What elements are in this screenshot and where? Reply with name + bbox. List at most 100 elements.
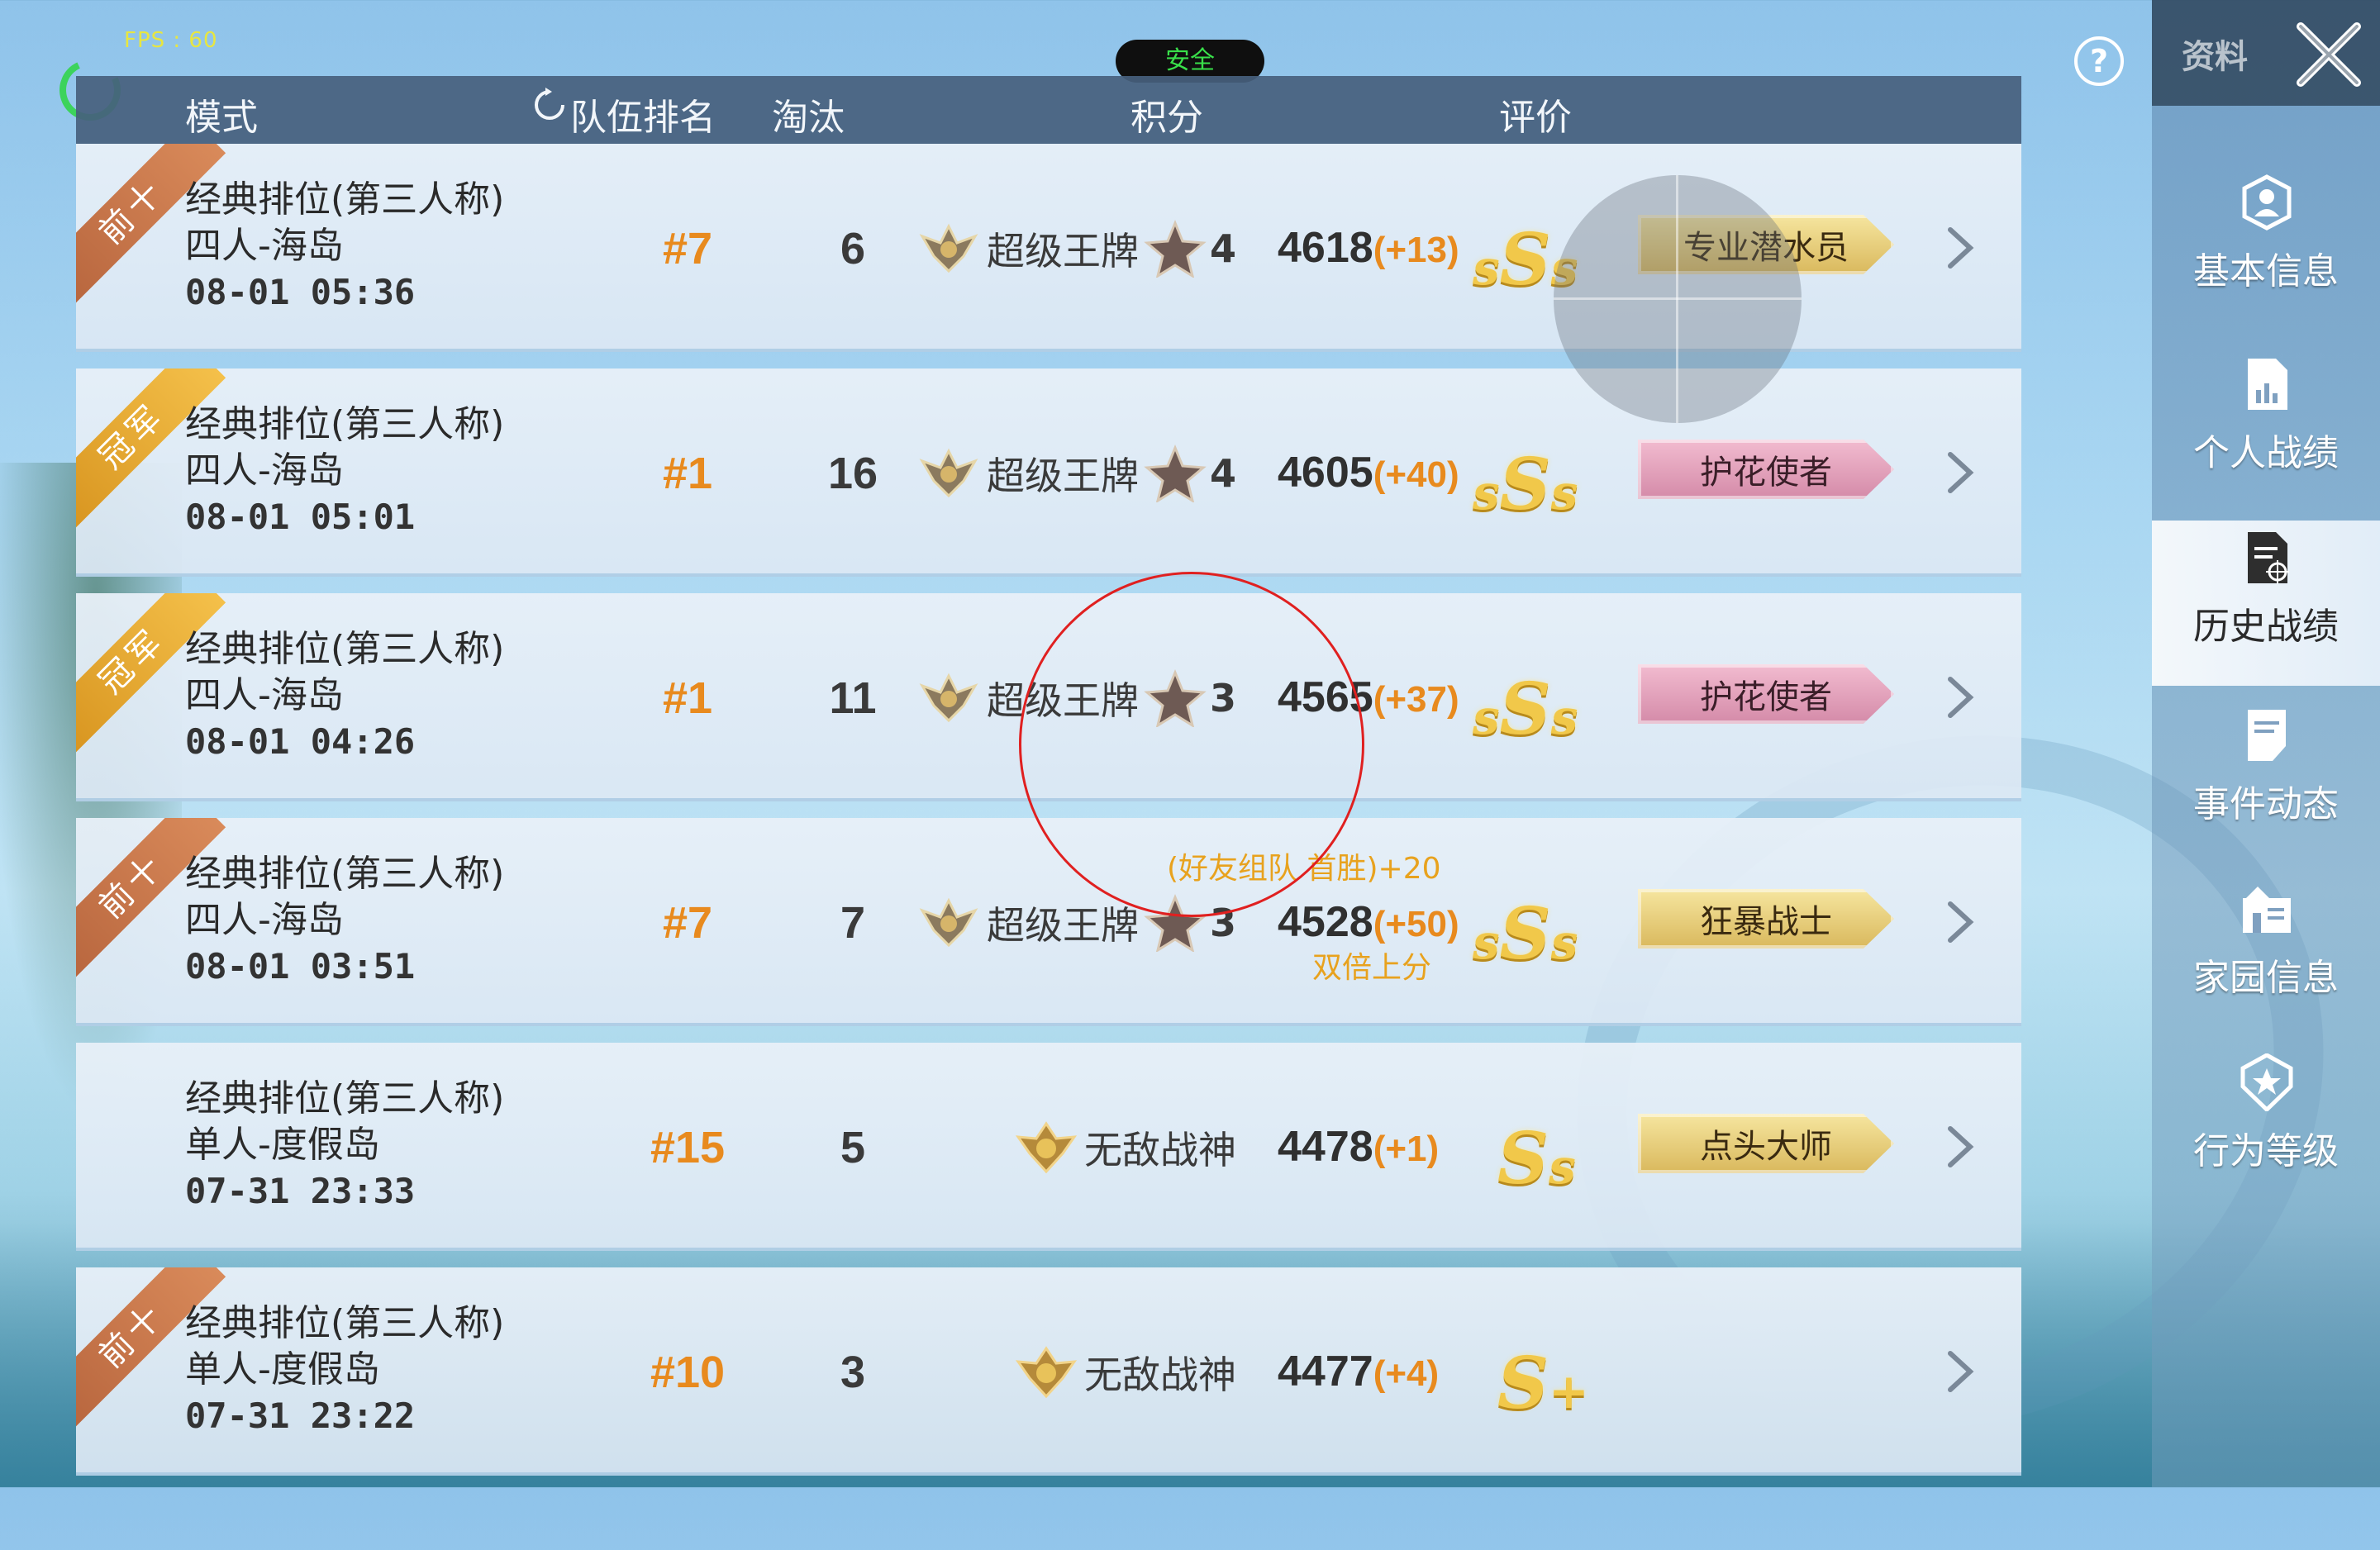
rating-glyph: S <box>1497 1342 1549 1425</box>
home-icon <box>2243 887 2291 933</box>
match-time: 08-01 05:01 <box>185 497 416 537</box>
chevron-right-icon[interactable] <box>1935 448 1985 497</box>
chevron-right-icon[interactable] <box>1935 673 1985 722</box>
rating-glyph: S <box>1499 668 1551 751</box>
score-block: 4618(+13) <box>1278 223 1459 273</box>
team-rank: #7 <box>662 898 713 948</box>
tier-block: 无敌战神 <box>1015 1343 1236 1401</box>
match-time: 08-01 04:26 <box>185 721 416 762</box>
close-icon[interactable] <box>2289 15 2368 94</box>
chevron-right-icon[interactable] <box>1935 897 1985 947</box>
rating-glyph: S <box>1499 218 1551 302</box>
conqueror-tier-icon <box>1015 1119 1078 1177</box>
ace-tier-icon <box>917 669 980 727</box>
header-score: 积分 <box>1130 97 1203 139</box>
kill-count: 11 <box>829 673 877 723</box>
rating-glyph: S <box>1497 1117 1549 1201</box>
star-count: 4 <box>1210 226 1237 271</box>
sidebar-item-home-info[interactable]: 家园信息 <box>2152 872 2380 1037</box>
score-value: 4618 <box>1278 224 1373 272</box>
refresh-icon[interactable] <box>531 86 569 124</box>
score-delta: (+37) <box>1373 679 1459 720</box>
match-mode-block: 经典排位(第三人称) 四人-海岛 08-01 05:01 <box>185 402 504 540</box>
tier-name: 超级王牌 <box>987 903 1139 948</box>
team-rank: #7 <box>662 224 713 273</box>
match-row[interactable]: 前十 经典排位(第三人称) 四人-海岛 08-01 03:51 #7 7 超级王牌… <box>76 818 2021 1026</box>
match-mode: 经典排位(第三人称) <box>185 178 505 221</box>
header-kills: 淘汰 <box>772 97 845 139</box>
match-map: 四人-海岛 <box>185 449 344 492</box>
rating-glyph: S <box>1499 892 1551 976</box>
profile-icon <box>2242 174 2292 231</box>
kill-count: 3 <box>840 1348 866 1397</box>
highlight-circle-overlay <box>1019 572 1364 917</box>
match-map: 单人-度假岛 <box>185 1124 380 1166</box>
match-row[interactable]: 经典排位(第三人称) 单人-度假岛 07-31 23:33 #15 5 无敌战神 … <box>76 1043 2021 1251</box>
score-value: 4478 <box>1278 1123 1373 1171</box>
rating-glyph: s <box>1550 914 1578 970</box>
score-block: 4528(+50) <box>1278 897 1459 947</box>
score-delta: (+50) <box>1373 904 1459 944</box>
score-block: 4478(+1) <box>1278 1122 1439 1172</box>
behavior-badge-icon <box>2240 1053 2293 1111</box>
score-delta: (+40) <box>1373 454 1459 495</box>
match-mode-block: 经典排位(第三人称) 单人-度假岛 07-31 23:33 <box>185 1076 504 1215</box>
ace-tier-icon <box>917 894 980 952</box>
match-map: 四人-海岛 <box>185 225 344 267</box>
match-mode: 经典排位(第三人称) <box>185 853 505 895</box>
match-mode-block: 经典排位(第三人称) 四人-海岛 08-01 04:26 <box>185 626 504 765</box>
sidebar-item-basic-info[interactable]: 基本信息 <box>2152 165 2380 330</box>
chevron-right-icon[interactable] <box>1935 1122 1985 1172</box>
match-mode: 经典排位(第三人称) <box>185 628 505 670</box>
match-row[interactable]: 前十 经典排位(第三人称) 单人-度假岛 07-31 23:22 #10 3 无敌… <box>76 1267 2021 1476</box>
team-rank: #10 <box>650 1348 726 1397</box>
rating-glyph: s <box>1550 464 1578 521</box>
event-doc-icon <box>2248 710 2286 761</box>
score-block: 4605(+40) <box>1278 448 1459 497</box>
tier-name: 无敌战神 <box>1084 1128 1236 1172</box>
help-icon[interactable]: ? <box>2074 36 2124 86</box>
match-mode-block: 经典排位(第三人称) 四人-海岛 08-01 05:36 <box>185 177 504 316</box>
match-map: 单人-度假岛 <box>185 1348 380 1391</box>
header-rating: 评价 <box>1499 97 1572 139</box>
match-map: 四人-海岛 <box>185 674 344 716</box>
tier-name: 无敌战神 <box>1084 1353 1236 1397</box>
tier-block: 超级王牌 4 <box>917 445 1237 504</box>
score-value: 4528 <box>1278 898 1373 946</box>
score-value: 4477 <box>1278 1348 1373 1395</box>
score-delta: (+13) <box>1373 230 1459 270</box>
tier-name: 超级王牌 <box>987 229 1139 273</box>
match-time: 07-31 23:33 <box>185 1171 416 1211</box>
conqueror-tier-icon <box>1015 1343 1078 1401</box>
chevron-right-icon[interactable] <box>1935 1347 1985 1396</box>
star-count: 4 <box>1210 451 1237 496</box>
tier-block: 无敌战神 <box>1015 1119 1236 1177</box>
tier-block: 超级王牌 4 <box>917 220 1237 279</box>
fps-counter: FPS : 60 <box>124 28 218 53</box>
sidebar-item-behavior-level[interactable]: 行为等级 <box>2152 1045 2380 1210</box>
joystick-crosshair-overlay <box>1554 175 1802 423</box>
rating-glyph: s <box>1550 689 1578 745</box>
sidebar-header: 资料 <box>2152 0 2380 106</box>
rating-glyph: s <box>1473 464 1500 521</box>
kill-count: 7 <box>840 898 866 948</box>
sidebar-item-events[interactable]: 事件动态 <box>2152 698 2380 863</box>
table-header: 模式 队伍排名 淘汰 积分 评价 <box>76 76 2021 144</box>
star-icon <box>1144 220 1207 279</box>
rating-glyph: + <box>1549 1363 1589 1419</box>
sidebar-item-label: 家园信息 <box>2193 957 2339 999</box>
match-mode-block: 经典排位(第三人称) 四人-海岛 08-01 03:51 <box>185 851 504 990</box>
match-title-badge: 护花使者 <box>1638 440 1894 499</box>
sidebar-item-personal-stats[interactable]: 个人战绩 <box>2152 347 2380 512</box>
sidebar-item-match-history[interactable]: 历史战绩 <box>2152 521 2380 686</box>
rating-glyph: s <box>1549 1139 1576 1195</box>
match-title-badge: 狂暴战士 <box>1638 889 1894 949</box>
match-time: 08-01 05:36 <box>185 272 416 312</box>
header-mode: 模式 <box>185 97 258 139</box>
rating-glyph: S <box>1499 443 1551 526</box>
rating-grade: sSs <box>1473 443 1578 526</box>
rating-glyph: s <box>1473 240 1500 296</box>
profile-sidebar: 资料 基本信息 个人战绩 历史战绩 事件动态 家园信息 行为等级 <box>2152 0 2380 1487</box>
rating-grade: sSs <box>1473 668 1578 751</box>
chevron-right-icon[interactable] <box>1935 223 1985 273</box>
